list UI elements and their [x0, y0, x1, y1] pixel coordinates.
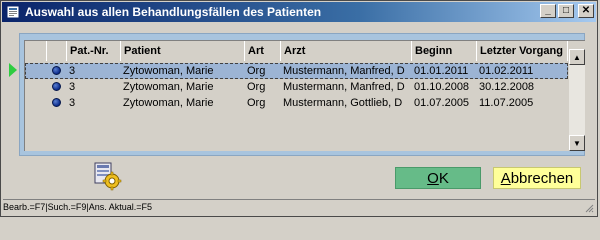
- cell-patient: Zytowoman, Marie: [123, 97, 214, 109]
- cell-letzter-vorgang: 30.12.2008: [479, 81, 535, 93]
- scroll-up-icon: ▲: [573, 52, 581, 62]
- status-bar: Bearb.=F7|Such.=F9|Ans. Aktual.=F5: [3, 199, 595, 214]
- cell-letzter-vorgang: 01.02.2011: [479, 65, 534, 77]
- minimize-icon: _: [545, 5, 551, 16]
- dialog-window: Auswahl aus allen Behandlungsfällen des …: [0, 0, 598, 217]
- cell-arzt: Mustermann, Manfred, D: [283, 81, 405, 93]
- cell-letzter-vorgang: 11.07.2005: [479, 97, 534, 109]
- column-header-patient[interactable]: Patient: [121, 41, 245, 61]
- cell-patient: Zytowoman, Marie: [123, 81, 214, 93]
- cell-patnr: 3: [69, 81, 76, 93]
- cancel-button-mnemonic: A: [500, 169, 511, 187]
- cancel-button[interactable]: Abbrechen: [493, 167, 581, 189]
- column-header-art[interactable]: Art: [245, 41, 281, 61]
- scroll-down-button[interactable]: ▼: [569, 135, 585, 151]
- current-row-arrow-icon: [9, 63, 17, 77]
- cell-patnr: 3: [69, 97, 76, 109]
- table-header: Pat.-Nr. Patient Art Arzt Beginn Letzter…: [25, 41, 568, 61]
- table-row[interactable]: 3 Zytowoman, Marie Org Mustermann, Gottl…: [25, 95, 568, 111]
- column-header-icon: [47, 41, 67, 61]
- ok-button-label: K: [438, 169, 449, 187]
- table-row[interactable]: 3 Zytowoman, Marie Org Mustermann, Manfr…: [25, 79, 568, 95]
- cell-patnr: 3: [69, 65, 76, 77]
- cell-arzt: Mustermann, Gottlieb, D: [283, 97, 403, 109]
- scroll-down-icon: ▼: [573, 138, 581, 148]
- vertical-scrollbar[interactable]: ▲ ▼: [569, 49, 585, 151]
- row-marker-icon: [52, 98, 61, 107]
- cancel-button-label: bbrechen: [510, 169, 574, 187]
- close-button[interactable]: ✕: [578, 4, 594, 18]
- status-text: Bearb.=F7|Such.=F9|Ans. Aktual.=F5: [3, 202, 153, 212]
- window-app-icon: [6, 5, 20, 19]
- ok-button[interactable]: OK: [395, 167, 481, 189]
- cell-patient: Zytowoman, Marie: [123, 65, 214, 77]
- cases-panel: Pat.-Nr. Patient Art Arzt Beginn Letzter…: [9, 33, 585, 156]
- title-bar[interactable]: Auswahl aus allen Behandlungsfällen des …: [2, 2, 596, 22]
- cell-beginn: 01.01.2011: [414, 65, 469, 77]
- minimize-button[interactable]: _: [540, 4, 556, 18]
- cases-list[interactable]: Pat.-Nr. Patient Art Arzt Beginn Letzter…: [9, 40, 585, 151]
- cell-beginn: 01.07.2005: [414, 97, 470, 109]
- row-marker-icon: [52, 82, 61, 91]
- column-header-patnr[interactable]: Pat.-Nr.: [67, 41, 121, 61]
- cell-art: Org: [247, 65, 266, 77]
- column-header-beginn[interactable]: Beginn: [412, 41, 477, 61]
- close-icon: ✕: [581, 5, 591, 16]
- cell-arzt: Mustermann, Manfred, D: [283, 65, 405, 77]
- column-header-marker: [25, 41, 47, 61]
- scroll-up-button[interactable]: ▲: [569, 49, 585, 65]
- window-title: Auswahl aus allen Behandlungsfällen des …: [25, 5, 322, 19]
- cell-beginn: 01.10.2008: [414, 81, 470, 93]
- maximize-button[interactable]: □: [558, 4, 574, 18]
- ok-button-mnemonic: O: [427, 169, 439, 187]
- table-row[interactable]: 3 Zytowoman, Marie Org Mustermann, Manfr…: [9, 63, 568, 79]
- row-marker-icon: [52, 66, 61, 75]
- settings-gear-button[interactable]: [91, 161, 123, 191]
- settings-gear-icon: [94, 162, 122, 191]
- maximize-icon: □: [562, 5, 570, 16]
- cell-art: Org: [247, 97, 266, 109]
- cell-art: Org: [247, 81, 266, 93]
- column-header-letzter-vorgang[interactable]: Letzter Vorgang: [477, 41, 568, 61]
- column-header-arzt[interactable]: Arzt: [281, 41, 412, 61]
- resize-grip-icon[interactable]: [584, 203, 594, 213]
